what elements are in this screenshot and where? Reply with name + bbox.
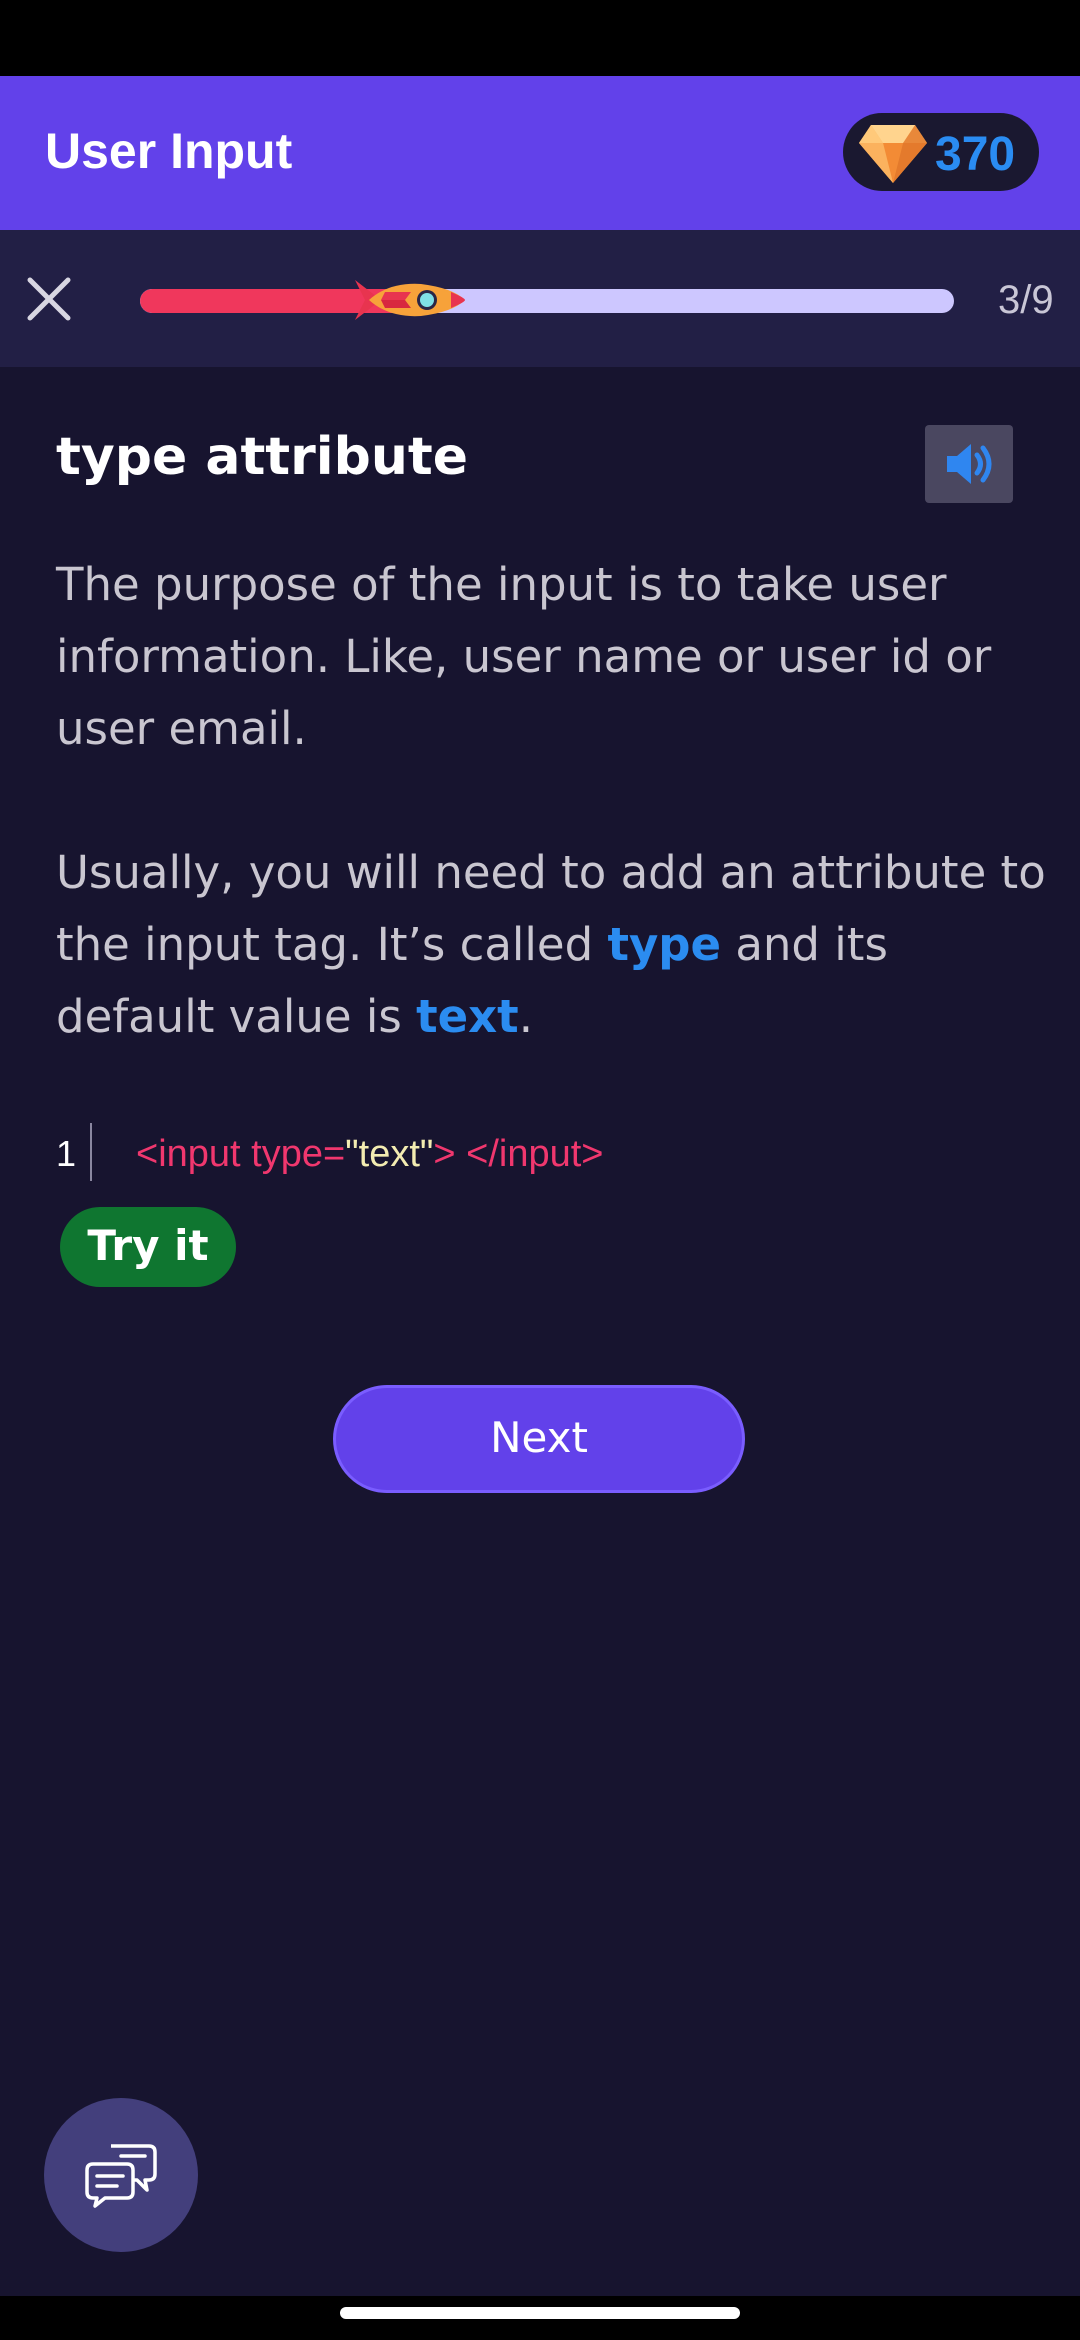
chat-bubbles-icon [85,2144,157,2208]
rocket-icon [355,280,465,320]
progress-bar [140,289,954,313]
progress-strip: 3/9 [0,230,1080,367]
gem-icon [859,125,927,183]
keyword-text: text [416,990,519,1043]
lesson-paragraph-2: Usually, you will need to add an attribu… [56,837,1046,1053]
gems-count: 370 [935,128,1016,181]
code-tag-open: <input type= [136,1133,346,1175]
next-button[interactable]: Next [333,1385,745,1493]
code-gutter-divider [90,1123,92,1181]
code-line-number: 1 [56,1133,77,1174]
try-it-button[interactable]: Try it [60,1207,236,1287]
paragraph-2-text: . [518,990,534,1043]
audio-button[interactable] [925,425,1013,503]
lesson-title: type attribute [56,427,468,487]
keyword-type: type [607,918,722,971]
status-bar [0,0,1080,76]
code-string: "text" [345,1133,434,1175]
speaker-icon [947,444,992,484]
app-bar: User Input 370 [0,76,1080,230]
chat-button[interactable] [44,2098,198,2252]
paragraph-2-text: Usually, you will need to add an attribu… [56,846,1046,971]
lesson-paragraph-1: The purpose of the input is to take user… [56,558,992,755]
code-snippet: 1 <input type="text"> </input> [56,1123,956,1181]
code-tag-close: > </input> [433,1133,604,1175]
close-icon[interactable] [20,270,78,328]
code-text: <input type="text"> </input> [136,1133,604,1176]
system-nav-bar [0,2296,1080,2340]
home-indicator[interactable] [340,2307,740,2319]
gems-counter[interactable]: 370 [843,113,1039,191]
step-counter: 3/9 [998,278,1054,322]
page-title: User Input [45,123,293,179]
